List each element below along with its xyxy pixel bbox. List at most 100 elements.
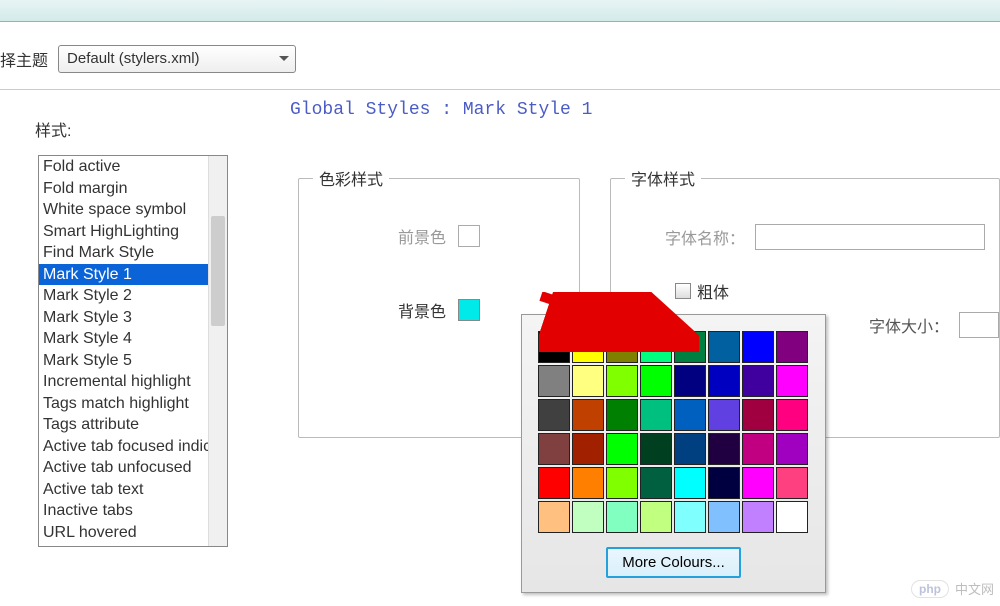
color-cell[interactable] (572, 467, 604, 499)
font-size-label: 字体大小： (869, 313, 949, 337)
font-name-field[interactable] (755, 224, 985, 250)
color-cell[interactable] (742, 365, 774, 397)
color-cell[interactable] (776, 433, 808, 465)
color-cell[interactable] (708, 365, 740, 397)
color-cell[interactable] (640, 501, 672, 533)
font-name-label: 字体名称： (665, 225, 745, 249)
color-cell[interactable] (708, 399, 740, 431)
color-cell[interactable] (606, 399, 638, 431)
foreground-swatch[interactable] (458, 225, 480, 247)
list-item[interactable]: Mark Style 5 (39, 350, 208, 372)
color-cell[interactable] (606, 501, 638, 533)
color-cell[interactable] (606, 331, 638, 363)
page-title: Global Styles : Mark Style 1 (290, 100, 1000, 120)
color-cell[interactable] (776, 399, 808, 431)
list-item[interactable]: White space symbol (39, 199, 208, 221)
styles-panel-label: 样式: (35, 117, 230, 141)
window-titlebar (0, 0, 1000, 22)
background-label: 背景色 (398, 298, 446, 322)
color-cell[interactable] (742, 399, 774, 431)
list-item[interactable]: Active tab unfocused (39, 457, 208, 479)
styles-panel: 样式: (10, 117, 230, 159)
list-item[interactable]: Inactive tabs (39, 500, 208, 522)
color-cell[interactable] (708, 433, 740, 465)
list-item[interactable]: Tags match highlight (39, 393, 208, 415)
color-cell[interactable] (742, 467, 774, 499)
color-cell[interactable] (538, 399, 570, 431)
checkbox-icon (675, 283, 691, 299)
color-cell[interactable] (640, 433, 672, 465)
color-cell[interactable] (538, 501, 570, 533)
color-cell[interactable] (708, 331, 740, 363)
list-item[interactable]: Active tab text (39, 479, 208, 501)
color-cell[interactable] (572, 365, 604, 397)
color-cell[interactable] (742, 501, 774, 533)
color-cell[interactable] (606, 433, 638, 465)
chevron-down-icon (279, 56, 289, 61)
color-cell[interactable] (538, 331, 570, 363)
color-cell[interactable] (674, 433, 706, 465)
color-cell[interactable] (674, 365, 706, 397)
theme-select-value: Default (stylers.xml) (67, 50, 200, 67)
color-cell[interactable] (708, 467, 740, 499)
color-picker-popup: More Colours... (521, 314, 826, 593)
color-cell[interactable] (640, 331, 672, 363)
theme-select[interactable]: Default (stylers.xml) (58, 45, 296, 73)
color-cell[interactable] (674, 399, 706, 431)
color-cell[interactable] (572, 501, 604, 533)
color-cell[interactable] (776, 467, 808, 499)
font-name-row: 字体名称： (665, 224, 985, 250)
watermark: php 中文网 (911, 579, 994, 598)
foreground-label: 前景色 (398, 224, 446, 248)
color-cell[interactable] (742, 331, 774, 363)
color-cell[interactable] (640, 467, 672, 499)
color-grid (538, 331, 809, 533)
color-cell[interactable] (538, 433, 570, 465)
list-item[interactable]: Fold margin (39, 178, 208, 200)
color-cell[interactable] (674, 501, 706, 533)
font-size-row: 字体大小： (869, 312, 999, 338)
color-cell[interactable] (640, 399, 672, 431)
color-cell[interactable] (572, 331, 604, 363)
bold-label: 粗体 (697, 279, 729, 303)
scrollbar[interactable] (208, 156, 227, 546)
color-cell[interactable] (606, 467, 638, 499)
color-cell[interactable] (674, 467, 706, 499)
watermark-logo: php (911, 580, 949, 598)
detail-panel: Global Styles : Mark Style 1 色彩样式 前景色 背景… (272, 100, 1000, 155)
list-item[interactable]: Smart HighLighting (39, 221, 208, 243)
font-size-field[interactable] (959, 312, 999, 338)
color-cell[interactable] (572, 399, 604, 431)
color-cell[interactable] (538, 365, 570, 397)
styles-listbox[interactable]: Fold activeFold marginWhite space symbol… (38, 155, 228, 547)
list-item[interactable]: Mark Style 2 (39, 285, 208, 307)
color-cell[interactable] (640, 365, 672, 397)
watermark-text: 中文网 (955, 579, 994, 598)
list-item[interactable]: Active tab focused indicator (39, 436, 208, 458)
list-item[interactable]: Fold active (39, 156, 208, 178)
color-cell[interactable] (776, 365, 808, 397)
color-cell[interactable] (572, 433, 604, 465)
list-item[interactable]: Mark Style 3 (39, 307, 208, 329)
list-item[interactable]: Incremental highlight (39, 371, 208, 393)
color-style-legend: 色彩样式 (313, 166, 389, 190)
color-cell[interactable] (742, 433, 774, 465)
color-cell[interactable] (776, 501, 808, 533)
theme-label: 择主题 (0, 47, 48, 71)
background-swatch[interactable] (458, 299, 480, 321)
list-item[interactable]: URL hovered (39, 522, 208, 544)
color-cell[interactable] (708, 501, 740, 533)
list-item[interactable]: Mark Style 4 (39, 328, 208, 350)
toolbar: 择主题 Default (stylers.xml) (0, 22, 1000, 90)
scrollbar-thumb[interactable] (211, 216, 225, 326)
color-cell[interactable] (606, 365, 638, 397)
list-item[interactable]: Find Mark Style (39, 242, 208, 264)
list-item[interactable]: Tags attribute (39, 414, 208, 436)
font-style-legend: 字体样式 (625, 166, 701, 190)
color-cell[interactable] (776, 331, 808, 363)
list-item[interactable]: Mark Style 1 (39, 264, 208, 286)
more-colours-button[interactable]: More Colours... (606, 547, 741, 578)
color-cell[interactable] (538, 467, 570, 499)
bold-checkbox-row[interactable]: 粗体 (675, 279, 985, 303)
color-cell[interactable] (674, 331, 706, 363)
